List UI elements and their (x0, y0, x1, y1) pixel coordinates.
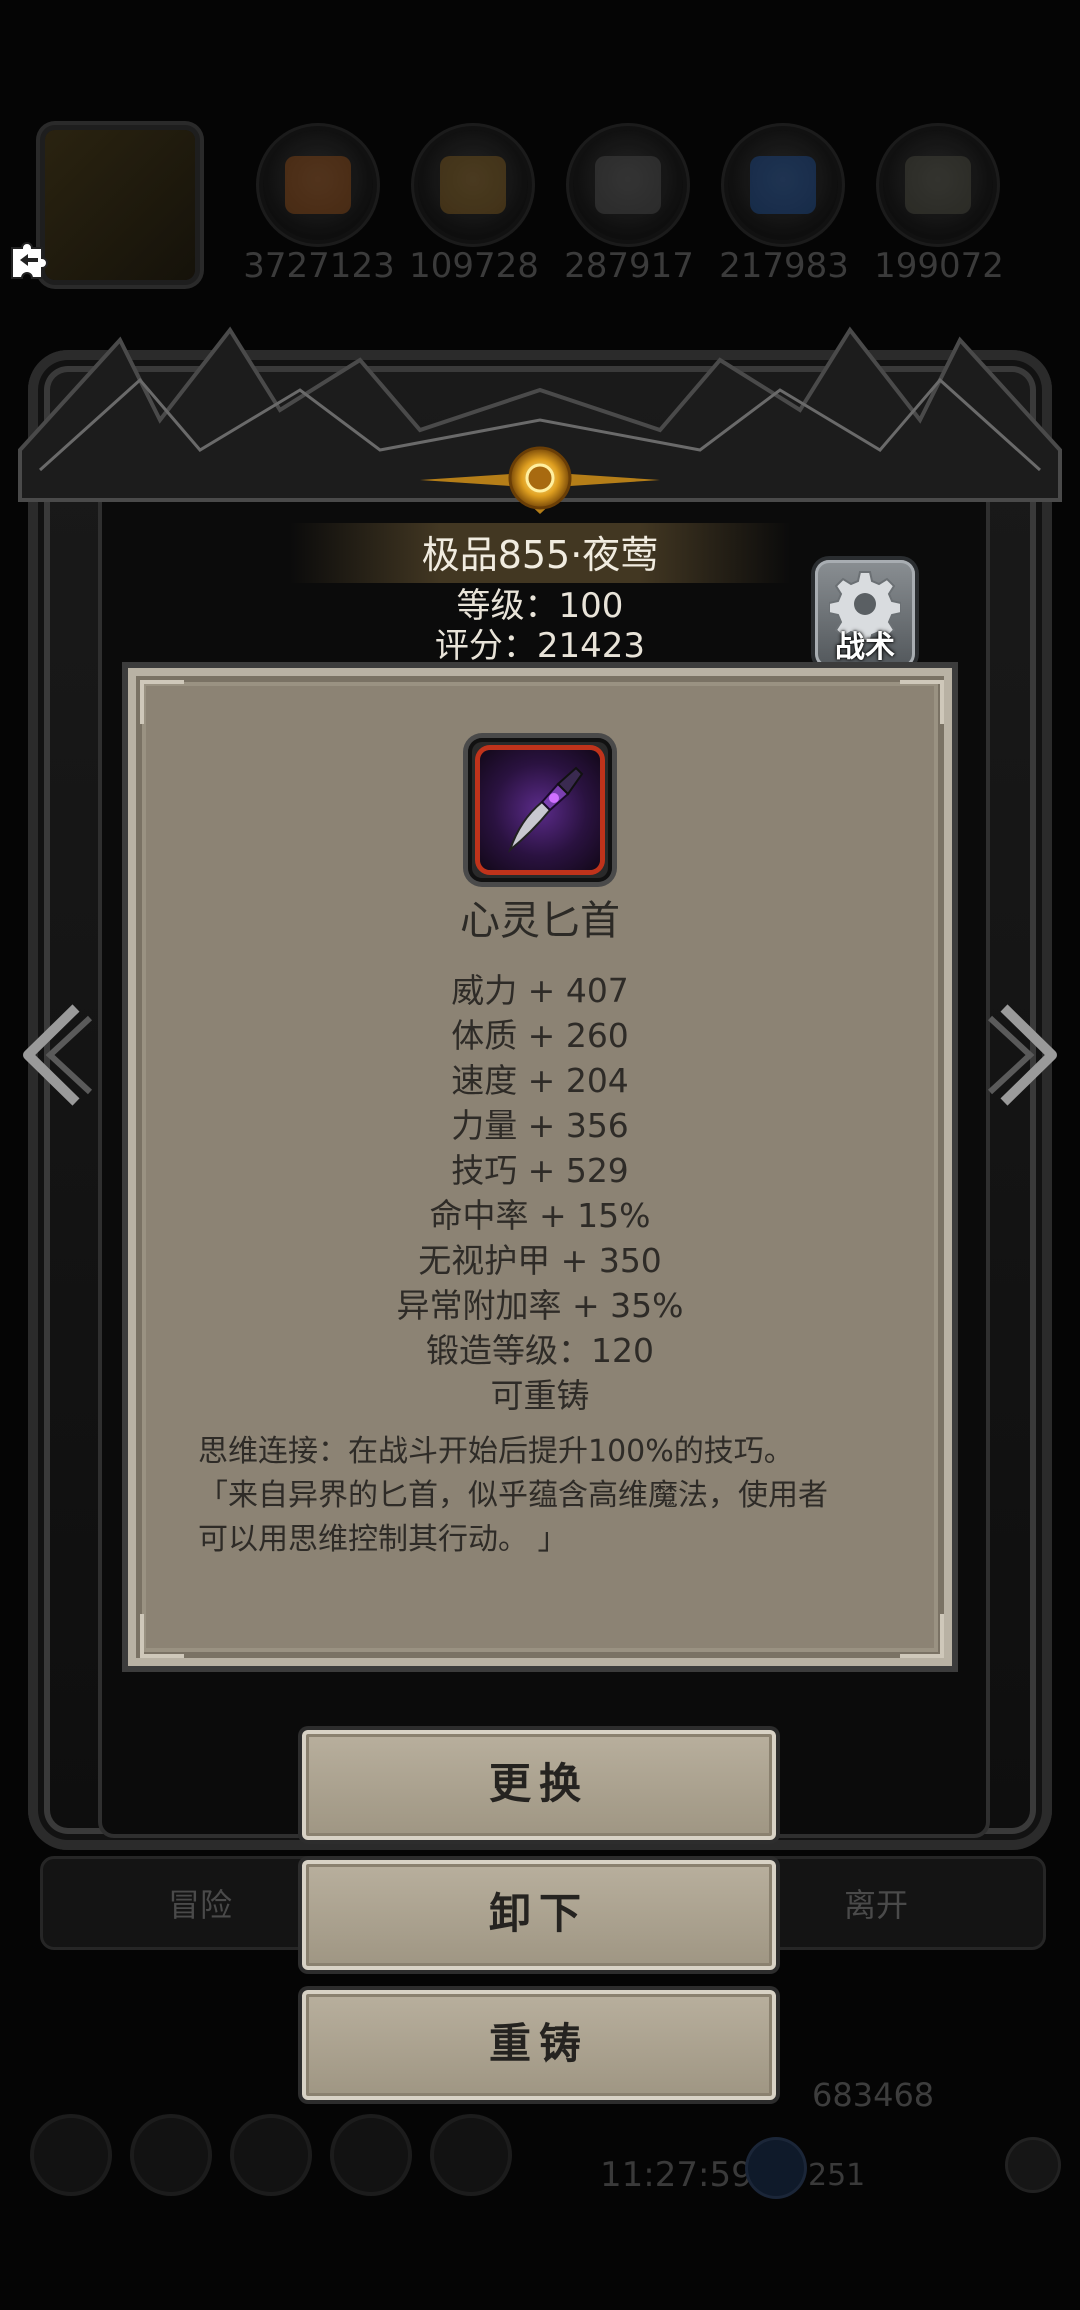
stone-icon (573, 130, 683, 240)
item-slot (468, 738, 612, 882)
resource-count-1: 3727123 (243, 246, 395, 286)
stat-power: 威力 + 407 (451, 971, 629, 1010)
stat-strength: 力量 + 356 (451, 1106, 629, 1145)
menu-icon-2 (134, 2118, 208, 2192)
stat-hit-rate: 命中率 + 15% (429, 1196, 651, 1235)
player-portrait (45, 130, 195, 280)
item-stats-list: 威力 + 407 体质 + 260 速度 + 204 力量 + 356 技巧 +… (128, 968, 952, 1418)
stat-speed: 速度 + 204 (451, 1061, 629, 1100)
item-description-line-3: 可以用思维控制其行动。 」 (198, 1522, 568, 1557)
gem-count: 251 (808, 2158, 866, 2193)
stat-status-rate: 异常附加率 + 35% (396, 1286, 684, 1325)
unequip-button-label: 卸下 (488, 1889, 589, 1938)
menu-icon-4 (334, 2118, 408, 2192)
item-name: 心灵匕首 (460, 898, 620, 944)
next-arrow-icon[interactable] (986, 1000, 1066, 1110)
stat-reforgeable: 可重铸 (490, 1376, 590, 1415)
unequip-button[interactable]: 卸下 (302, 1860, 776, 1970)
adventure-label: 冒险 (168, 1886, 233, 1924)
replace-button-label: 更换 (488, 1759, 589, 1808)
menu-icon-5 (434, 2118, 508, 2192)
resource-count-3: 287917 (564, 246, 694, 286)
puzzle-icon[interactable] (8, 238, 52, 280)
resource-count-5: 199072 (874, 246, 1004, 286)
tactics-label: 战术 (835, 630, 895, 665)
stat-constitution: 体质 + 260 (451, 1016, 629, 1055)
item-description: 思维连接：在战斗开始后提升100%的技巧。 「来自异界的匕首，似乎蕴含高维魔法，… (198, 1430, 888, 1562)
stat-armor-pierce: 无视护甲 + 350 (418, 1241, 662, 1280)
fruit-icon (263, 130, 373, 240)
crystal-icon (728, 130, 838, 240)
add-icon (1008, 2140, 1058, 2190)
resource-count-2: 109728 (409, 246, 539, 286)
dagger-icon (507, 766, 584, 853)
coin-count: 683468 (812, 2076, 935, 2114)
stat-skill: 技巧 + 529 (451, 1151, 629, 1190)
card-corner-bl (140, 1614, 184, 1658)
menu-icon-3 (234, 2118, 308, 2192)
rank-emblem-icon (420, 446, 660, 514)
game-clock: 11:27:59 (600, 2155, 753, 2195)
equipment-score: 评分：21423 (434, 626, 646, 666)
menu-icon-1 (34, 2118, 108, 2192)
stat-forge-level: 锻造等级：120 (426, 1331, 654, 1370)
previous-arrow-icon[interactable] (14, 1000, 94, 1110)
card-corner-br (900, 1614, 944, 1658)
replace-button[interactable]: 更换 (302, 1730, 776, 1840)
reforge-button-label: 重铸 (488, 2019, 589, 2068)
item-description-line-1: 思维连接：在战斗开始后提升100%的技巧。 (198, 1434, 794, 1469)
wood-icon (418, 130, 528, 240)
equipment-title: 极品855·夜莺 (421, 533, 659, 577)
gem-icon (748, 2140, 804, 2196)
tactics-button[interactable]: 战术 (815, 560, 915, 668)
card-corner-tr (900, 680, 944, 724)
resource-count-4: 217983 (719, 246, 849, 286)
item-description-line-2: 「来自异界的匕首，似乎蕴含高维魔法，使用者 (198, 1478, 828, 1513)
ore-icon (883, 130, 993, 240)
card-corner-tl (140, 680, 184, 724)
reforge-button[interactable]: 重铸 (302, 1990, 776, 2100)
leave-label: 离开 (844, 1886, 909, 1924)
